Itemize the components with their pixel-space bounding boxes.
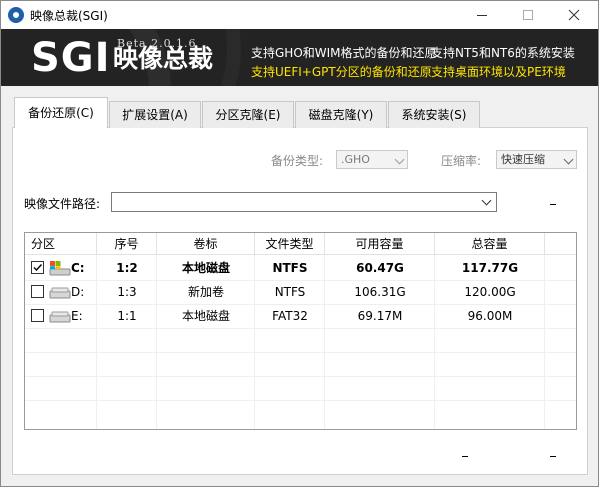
table-cell-total: 120.00G: [464, 285, 516, 299]
column-header[interactable]: 序号: [97, 233, 157, 255]
image-path-combobox[interactable]: [111, 192, 497, 212]
system-drive-icon: [47, 261, 71, 276]
column-header[interactable]: 文件类型: [255, 233, 325, 255]
chevron-down-icon: [394, 154, 405, 165]
footer-mark: [462, 456, 468, 457]
tab-partition-clone[interactable]: 分区克隆(E): [202, 101, 294, 128]
version-label: Beta 2.0.1.6: [117, 37, 197, 50]
table-cell-label: 本地磁盘: [181, 261, 230, 275]
table-row[interactable]: D: 1:3 新加卷 NTFS 106.31G 120.00G: [25, 280, 576, 304]
app-window: 映像总裁(SGI) SGI 映像总裁 Beta 2.0.1.6 支持GHO和WI…: [0, 0, 599, 487]
table-row[interactable]: E: 1:1 本地磁盘 FAT32 69.17M 96.00M: [25, 304, 576, 328]
grid-line: [25, 400, 576, 401]
grid-line: [25, 328, 576, 329]
row-checkbox[interactable]: [31, 285, 44, 298]
grid-line: [25, 376, 576, 377]
maximize-icon: [523, 10, 533, 20]
table-cell-label: 本地磁盘: [181, 309, 230, 323]
compression-label: 压缩率:: [441, 154, 482, 168]
browse-button[interactable]: [550, 204, 556, 205]
compression-select[interactable]: 快速压缩: [496, 150, 577, 169]
table-cell-fs: NTFS: [274, 285, 306, 299]
table-cell-label: 新加卷: [187, 285, 224, 299]
table-cell-free: 60.47G: [356, 261, 404, 275]
table-cell-fs: NTFS: [272, 261, 308, 275]
tab-system-install[interactable]: 系统安装(S): [388, 101, 480, 128]
table-cell-total: 117.77G: [461, 261, 519, 275]
minimize-icon: [477, 15, 487, 16]
feature-text: 支持NT5和NT6的系统安装: [431, 46, 575, 60]
grid-line: [25, 352, 576, 353]
column-header-spacer: [545, 233, 576, 255]
table-cell-index: 1:1: [117, 309, 137, 323]
table-cell-free: 106.31G: [354, 285, 406, 299]
tab-disk-clone[interactable]: 磁盘克隆(Y): [295, 101, 387, 128]
backup-type-label: 备份类型:: [271, 154, 324, 168]
footer-mark: [550, 456, 556, 457]
check-icon: [33, 264, 43, 272]
table-row[interactable]: C: 1:2 本地磁盘 NTFS 60.47G 117.77G: [25, 256, 576, 280]
drive-letter: C:: [71, 261, 85, 275]
feature-text: 支持桌面环境以及PE环境: [431, 65, 566, 79]
chevron-down-icon: [563, 154, 574, 165]
title-bar[interactable]: 映像总裁(SGI): [1, 1, 598, 29]
row-checkbox[interactable]: [31, 309, 44, 322]
drive-letter: D:: [71, 285, 85, 299]
window-title: 映像总裁(SGI): [30, 9, 108, 23]
compression-value: 快速压缩: [501, 153, 545, 166]
chevron-down-icon: [481, 195, 492, 206]
drive-icon: [47, 285, 71, 299]
feature-text: 支持GHO和WIM格式的备份和还原: [251, 46, 437, 60]
tab-backup-restore[interactable]: 备份还原(C): [14, 97, 108, 128]
backup-type-select[interactable]: .GHO: [336, 150, 408, 169]
drive-letter: E:: [71, 309, 83, 323]
row-checkbox[interactable]: [31, 261, 44, 274]
table-cell-free: 69.17M: [357, 309, 403, 323]
app-logo-icon: [8, 7, 24, 23]
brand-logo: SGI: [31, 35, 111, 81]
drive-icon: [47, 309, 71, 323]
column-header[interactable]: 卷标: [157, 233, 255, 255]
table-cell-index: 1:2: [116, 261, 138, 275]
column-header[interactable]: 总容量: [435, 233, 545, 255]
table-cell-total: 96.00M: [467, 309, 513, 323]
table-cell-fs: FAT32: [272, 309, 308, 323]
header-banner: SGI 映像总裁 Beta 2.0.1.6 支持GHO和WIM格式的备份和还原 …: [1, 29, 598, 86]
table-cell-index: 1:3: [117, 285, 137, 299]
feature-text: 支持UEFI+GPT分区的备份和还原: [251, 65, 432, 79]
partition-table: 分区 序号 卷标 文件类型 可用容量 总容量 C: 1:2 本地磁盘 NTFS 60.4…: [24, 232, 577, 430]
maximize-button[interactable]: [505, 1, 551, 29]
column-header[interactable]: 分区: [25, 233, 97, 255]
tab-extended-settings[interactable]: 扩展设置(A): [109, 101, 201, 128]
close-button[interactable]: [551, 1, 597, 29]
column-header[interactable]: 可用容量: [325, 233, 435, 255]
image-path-label: 映像文件路径:: [24, 197, 101, 211]
close-icon: [568, 9, 580, 21]
backup-type-value: .GHO: [341, 153, 370, 166]
minimize-button[interactable]: [459, 1, 505, 29]
